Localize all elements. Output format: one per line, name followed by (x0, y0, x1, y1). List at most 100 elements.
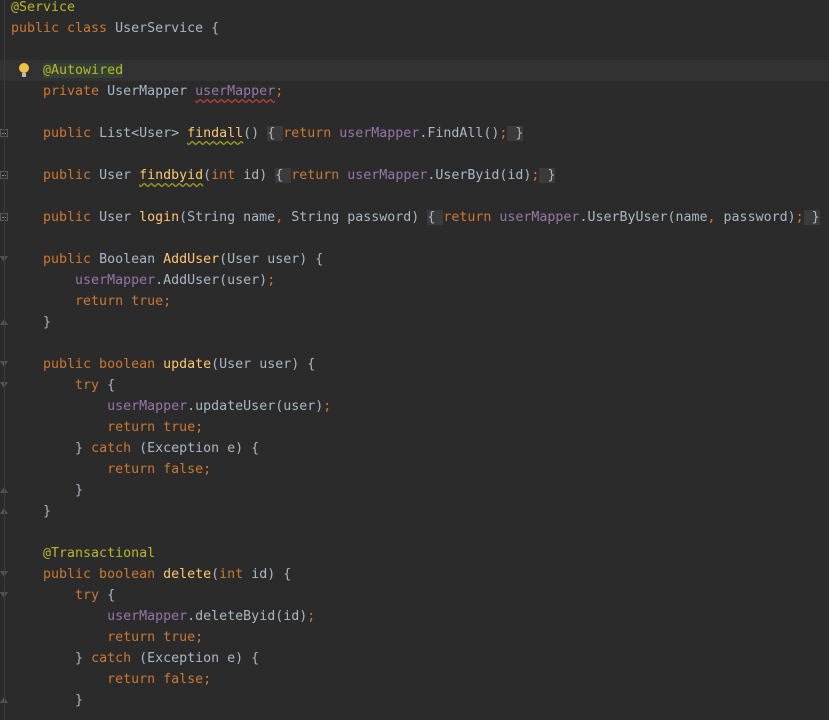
code-line[interactable]: try { (0, 375, 829, 396)
code-token: public (11, 210, 100, 225)
code-token: try (11, 588, 108, 603)
code-token: ; (323, 399, 332, 414)
code-line[interactable]: private UserMapper userMapper; (0, 81, 829, 102)
code-token: return false; (11, 462, 212, 477)
code-line[interactable]: @Transactional (0, 543, 829, 564)
code-token: (Exception e) { (139, 441, 260, 456)
lightbulb-icon[interactable] (19, 63, 29, 77)
code-token: return false; (11, 672, 212, 687)
code-token: { (427, 210, 444, 225)
code-token: } (11, 693, 84, 708)
code-line[interactable]: return false; (0, 459, 829, 480)
code-token: @Service (11, 0, 76, 15)
code-line[interactable] (0, 228, 829, 249)
code-token: public (11, 252, 100, 267)
code-token: { (275, 168, 292, 183)
code-line[interactable]: userMapper.updateUser(user); (0, 396, 829, 417)
code-token: { (267, 126, 284, 141)
code-line[interactable]: } (0, 480, 829, 501)
code-line[interactable] (0, 144, 829, 165)
code-line[interactable]: public User findbyid(int id) { return us… (0, 165, 829, 186)
code-token: List<User> (99, 126, 188, 141)
code-token: UserMapper (107, 84, 196, 99)
code-line[interactable]: public class UserService { (0, 18, 829, 39)
code-token: , (275, 210, 292, 225)
code-line[interactable]: return true; (0, 291, 829, 312)
code-token: } (11, 441, 92, 456)
code-token: { (107, 378, 116, 393)
code-line[interactable] (0, 522, 829, 543)
code-token: userMapper (347, 168, 428, 183)
code-line[interactable]: try { (0, 585, 829, 606)
code-line[interactable]: @Service (0, 0, 829, 18)
code-token: .updateUser(user) (187, 399, 324, 414)
code-token: .UserByid(id) (427, 168, 532, 183)
code-line[interactable]: public boolean delete(int id) { (0, 564, 829, 585)
code-line[interactable]: return true; (0, 417, 829, 438)
code-token: int (219, 567, 252, 582)
code-editor[interactable]: @Service public class UserService { @Auto… (0, 0, 829, 711)
code-line[interactable]: public User login(String name, String pa… (0, 207, 829, 228)
code-token: UserService { (115, 21, 220, 36)
code-token: findbyid (139, 168, 204, 183)
code-line[interactable]: return false; (0, 669, 829, 690)
code-line[interactable] (0, 39, 829, 60)
code-token: .UserByUser(name (579, 210, 708, 225)
code-token: ( (211, 567, 220, 582)
code-token: return (291, 168, 348, 183)
code-line[interactable]: public List<User> findall() { return use… (0, 123, 829, 144)
code-line[interactable]: } (0, 501, 829, 522)
code-token: ; (275, 84, 284, 99)
code-token: public (11, 168, 100, 183)
code-token: } (803, 210, 820, 225)
code-token: return true; (11, 420, 204, 435)
code-line[interactable] (0, 186, 829, 207)
code-token: findall (187, 126, 244, 141)
code-token: userMapper (195, 84, 276, 99)
code-token: try (11, 378, 108, 393)
code-token: private (11, 84, 108, 99)
code-line[interactable]: @Autowired (0, 60, 829, 81)
code-token: update (163, 357, 212, 372)
code-token: int (211, 168, 244, 183)
code-token: ; (267, 273, 276, 288)
code-token: catch (91, 651, 140, 666)
code-line[interactable]: } (0, 312, 829, 333)
code-token: .AddUser(user) (155, 273, 268, 288)
code-line[interactable]: userMapper.AddUser(user); (0, 270, 829, 291)
code-line[interactable] (0, 102, 829, 123)
code-token: () (243, 126, 268, 141)
code-token: userMapper (499, 210, 580, 225)
code-line[interactable]: public boolean update(User user) { (0, 354, 829, 375)
code-token: AddUser (163, 252, 220, 267)
code-token: catch (91, 441, 140, 456)
code-token: password) (723, 210, 796, 225)
code-token: , (707, 210, 724, 225)
code-line[interactable]: } catch (Exception e) { (0, 438, 829, 459)
code-token: } (11, 504, 52, 519)
code-line[interactable]: } (0, 690, 829, 711)
code-token: @Transactional (11, 546, 156, 561)
code-line[interactable]: userMapper.deleteByid(id); (0, 606, 829, 627)
code-line[interactable] (0, 333, 829, 354)
code-token: User (99, 168, 140, 183)
code-token: delete (163, 567, 212, 582)
code-token: } (11, 315, 52, 330)
code-token: (User user) { (211, 357, 316, 372)
code-token: (String name (179, 210, 276, 225)
code-line[interactable]: public Boolean AddUser(User user) { (0, 249, 829, 270)
code-line[interactable]: } catch (Exception e) { (0, 648, 829, 669)
code-line[interactable]: return true; (0, 627, 829, 648)
code-token: } (507, 126, 524, 141)
code-token: return (283, 126, 340, 141)
code-token: } (539, 168, 556, 183)
code-token: .deleteByid(id) (187, 609, 308, 624)
code-token: .FindAll() (419, 126, 500, 141)
code-token: userMapper (75, 273, 156, 288)
code-token: } (11, 651, 92, 666)
code-token: public boolean (11, 567, 164, 582)
code-token: return true; (11, 294, 172, 309)
code-token: { (107, 588, 116, 603)
